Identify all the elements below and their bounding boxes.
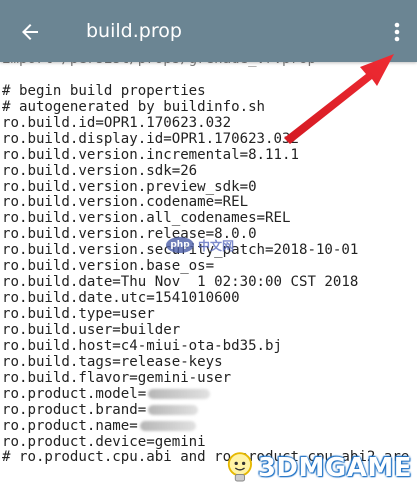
file-line-redacted: ro.product.name= [2, 417, 417, 435]
file-line: ro.build.tags=release-keys [2, 353, 223, 370]
redacted-value [148, 404, 199, 415]
file-line-key: ro.product.model= [2, 385, 147, 402]
file-line: ro.build.type=user [2, 306, 155, 322]
file-line: ro.build.flavor=gemini-user [2, 369, 232, 386]
php-watermark-text: 中文网 [198, 238, 235, 253]
red-arrow-annotation [284, 54, 394, 144]
3dmgame-watermark: 3DMGAME [226, 446, 412, 490]
file-line: ro.build.version.sdk=26 [2, 162, 198, 179]
lightbulb-mascot-icon [227, 452, 252, 482]
file-line: ro.build.version.all_codenames=REL [2, 210, 291, 227]
file-line-key: ro.product.name= [2, 417, 138, 434]
file-line: ro.build.version.codename=REL [2, 194, 249, 211]
file-line: ro.build.version.incremental=8.11.1 [2, 146, 299, 163]
php-watermark: php 中文网 [166, 234, 270, 256]
file-line: ro.build.user=builder [2, 321, 181, 338]
file-line-redacted: ro.product.model= [2, 385, 417, 403]
page-title: build.prop [86, 20, 182, 42]
file-line: ro.build.version.base_os= [2, 258, 215, 275]
redacted-value [148, 388, 211, 399]
file-line: ro.build.host=c4-miui-ota-bd35.bj [2, 337, 283, 354]
php-logo: php [166, 237, 194, 253]
file-line-redacted: ro.product.brand= [2, 401, 417, 419]
3dmgame-watermark-text: 3DMGAME [257, 453, 412, 483]
file-line-key: ro.product.brand= [2, 401, 147, 418]
file-line: ro.build.version.preview_sdk=0 [2, 178, 257, 195]
file-line: ro.build.date=Thu Nov 1 02:30:00 CST 201… [2, 274, 359, 291]
redacted-value [139, 420, 196, 431]
arrow-back-icon [22, 24, 38, 40]
file-line: ro.build.date.utc=1541010600 [2, 290, 240, 307]
back-button[interactable] [8, 10, 52, 54]
